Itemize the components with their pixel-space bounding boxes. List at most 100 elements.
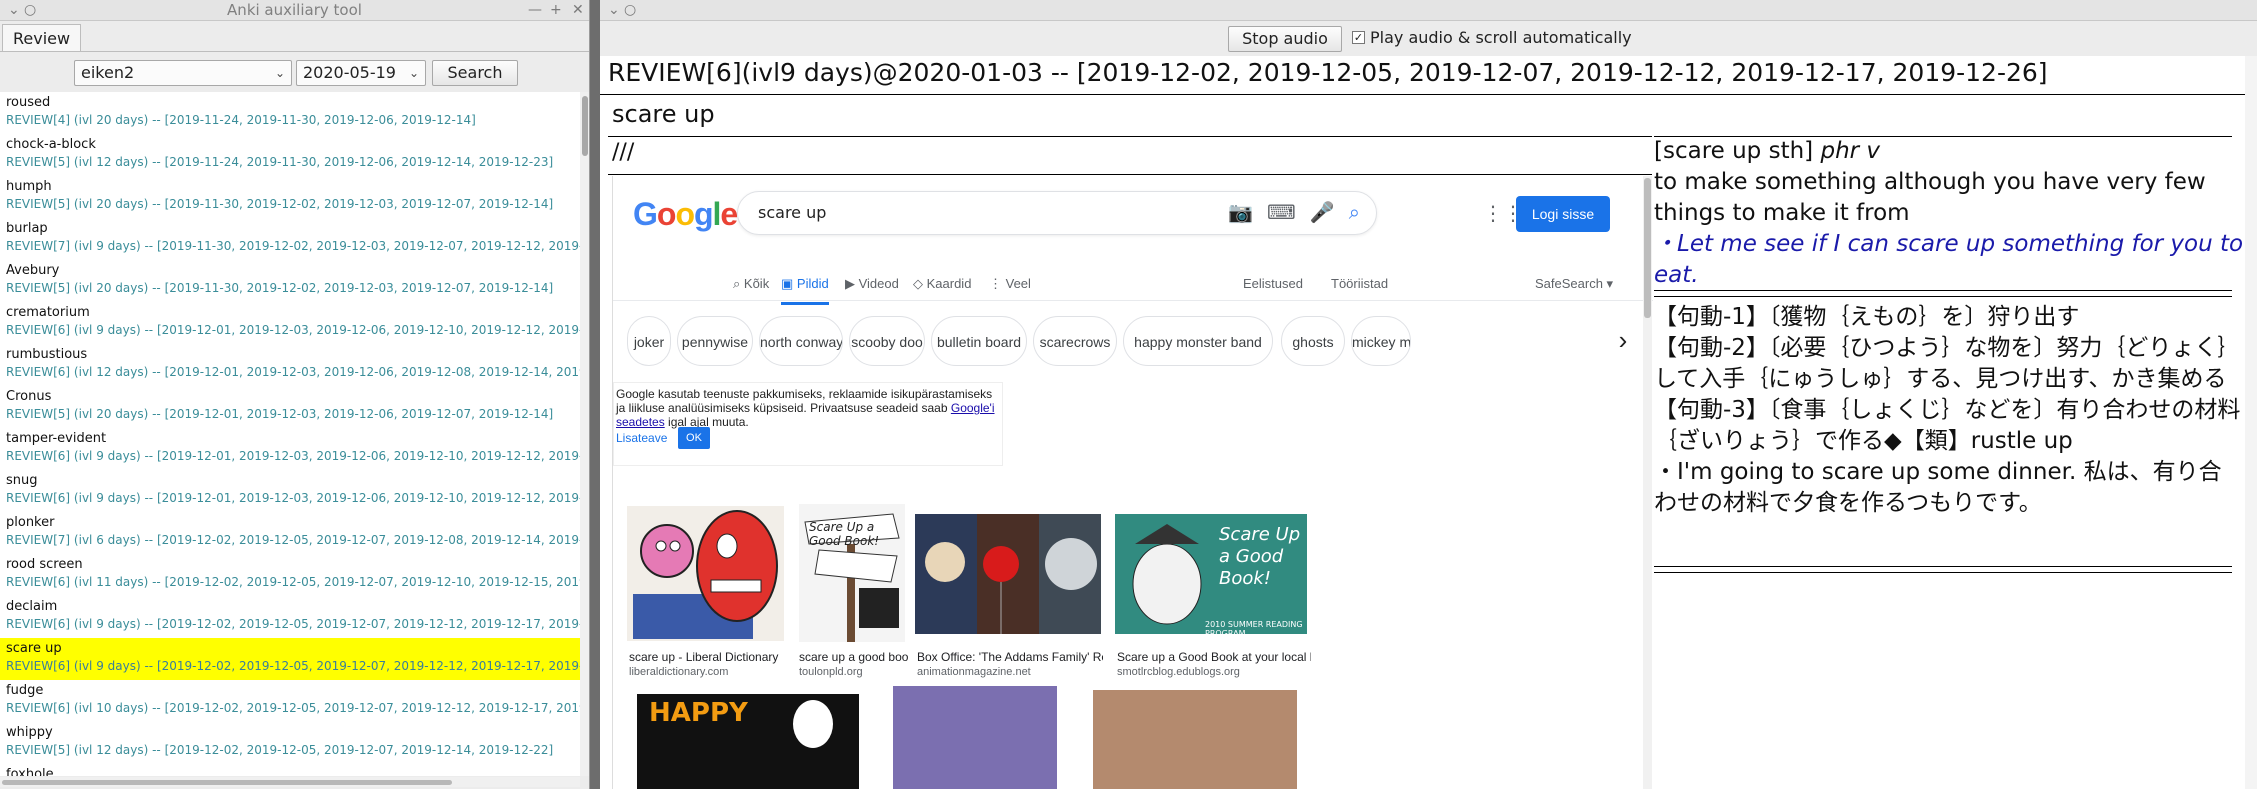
tab-videos[interactable]: ▶ Videod: [845, 276, 899, 292]
list-item[interactable]: burlap REVIEW[7] (ivl 9 days) -- [2019-11…: [0, 218, 580, 260]
result-image-vampire[interactable]: Scare Up a Good Book! 2010 SUMMER READIN…: [1115, 514, 1307, 634]
result-image-addams[interactable]: [915, 514, 1101, 634]
result-caption[interactable]: scare up - Liberal Dictionary: [629, 650, 799, 664]
list-item[interactable]: Cronus REVIEW[5] (ivl 20 days) -- [2019-1…: [0, 386, 580, 428]
tools-link[interactable]: Tööriistad: [1331, 276, 1388, 291]
list-horizontal-scrollbar[interactable]: [0, 777, 580, 787]
result-image-sign[interactable]: Scare Up a Good Book!: [799, 504, 905, 642]
list-item-word: snug: [6, 473, 38, 488]
safesearch-toggle[interactable]: SafeSearch ▾: [1535, 276, 1613, 292]
related-search-chip[interactable]: scooby doo: [849, 316, 925, 366]
review-list: roused REVIEW[4] (ivl 20 days) -- [2019-1…: [0, 92, 580, 776]
result-caption[interactable]: scare up a good book: [799, 650, 909, 664]
list-item-review: REVIEW[4] (ivl 20 days) -- [2019-11-24, …: [6, 113, 476, 127]
reading-program-text: 2010 SUMMER READING PROGRAM: [1205, 620, 1303, 634]
result-source[interactable]: liberaldictionary.com: [629, 666, 728, 678]
list-item[interactable]: whippy REVIEW[5] (ivl 12 days) -- [2019-1…: [0, 722, 580, 764]
anki-auxiliary-window: ⌄ ○ Anki auxiliary tool — + ✕ Review eik…: [0, 0, 590, 789]
list-item-review: REVIEW[6] (ivl 12 days) -- [2019-12-01, …: [6, 365, 580, 379]
list-item[interactable]: snug REVIEW[6] (ivl 9 days) -- [2019-12-0…: [0, 470, 580, 512]
result-image-pumpkin[interactable]: [1093, 690, 1297, 789]
tab-all[interactable]: ⌕ Kõik: [733, 276, 769, 292]
list-item-review: REVIEW[6] (ivl 9 days) -- [2019-12-02, 2…: [6, 659, 580, 673]
minimize-icon[interactable]: —: [528, 0, 542, 20]
list-item[interactable]: Avebury REVIEW[5] (ivl 20 days) -- [2019-…: [0, 260, 580, 302]
deck-select[interactable]: eiken2 ⌄: [74, 60, 292, 86]
list-item[interactable]: humph REVIEW[5] (ivl 20 days) -- [2019-11…: [0, 176, 580, 218]
preferences-link[interactable]: Eelistused: [1243, 276, 1303, 291]
search-button[interactable]: Search: [432, 60, 518, 86]
related-search-chip[interactable]: bulletin board: [931, 316, 1027, 366]
controls-row: eiken2 ⌄ 2020-05-19 ⌄ Search: [0, 52, 589, 92]
result-image-ghosts[interactable]: [893, 686, 1057, 789]
result-image-happy[interactable]: HAPPY: [637, 694, 859, 789]
camera-icon[interactable]: 📷: [1228, 200, 1253, 224]
jp-sense-2: 【句動-2】〔必要｛ひつよう｝な物を〕努力｛どりょく｝して入手｛にゅうしゅ｝する…: [1654, 335, 2241, 392]
auto-play-checkbox[interactable]: ✓: [1352, 31, 1365, 44]
list-item[interactable]: plonker REVIEW[7] (ivl 6 days) -- [2019-1…: [0, 512, 580, 554]
list-item[interactable]: roused REVIEW[4] (ivl 20 days) -- [2019-1…: [0, 92, 580, 134]
google-logo[interactable]: Google: [633, 196, 738, 233]
window-scrollbar[interactable]: [2245, 56, 2257, 789]
divider: [600, 94, 2245, 95]
result-source[interactable]: smotlrcblog.edublogs.org: [1117, 666, 1240, 678]
window-menu-icon[interactable]: ⌄: [608, 0, 620, 20]
list-item[interactable]: fudge REVIEW[6] (ivl 10 days) -- [2019-12…: [0, 680, 580, 722]
login-button[interactable]: Logi sisse: [1516, 196, 1610, 232]
window-sticky-icon[interactable]: ○: [624, 0, 636, 20]
list-item[interactable]: rood screen REVIEW[6] (ivl 11 days) -- [2…: [0, 554, 580, 596]
list-item[interactable]: scare up REVIEW[6] (ivl 9 days) -- [2019-…: [0, 638, 580, 680]
search-icon[interactable]: ⌕: [1349, 200, 1360, 224]
list-item[interactable]: crematorium REVIEW[6] (ivl 9 days) -- [20…: [0, 302, 580, 344]
google-search-box[interactable]: scare up 📷 ⌨ 🎤 ⌕: [737, 191, 1377, 235]
list-item[interactable]: rumbustious REVIEW[6] (ivl 12 days) -- [2…: [0, 344, 580, 386]
related-search-chip[interactable]: pennywise: [677, 316, 753, 366]
tab-review[interactable]: Review: [2, 24, 82, 51]
result-source[interactable]: animationmagazine.net: [917, 666, 1031, 678]
list-item-word: roused: [6, 95, 51, 110]
list-item[interactable]: declaim REVIEW[6] (ivl 9 days) -- [2019-1…: [0, 596, 580, 638]
list-item[interactable]: tamper-evident REVIEW[6] (ivl 9 days) -- …: [0, 428, 580, 470]
consent-ok-button[interactable]: OK: [678, 427, 710, 449]
related-searches-chips: joker pennywise north conway scooby doo bull…: [613, 316, 1653, 368]
result-caption[interactable]: Box Office: 'The Addams Family' Ready to…: [917, 650, 1103, 664]
close-icon[interactable]: ✕: [572, 0, 584, 20]
date-select[interactable]: 2020-05-19 ⌄: [296, 60, 426, 86]
list-vertical-scrollbar[interactable]: [580, 92, 589, 776]
google-search-query[interactable]: scare up: [758, 203, 826, 222]
list-item[interactable]: foxhole: [0, 764, 580, 776]
divider: [1654, 290, 2232, 291]
frame-scrollbar[interactable]: [1643, 176, 1652, 789]
result-image-cartoon[interactable]: [627, 506, 784, 641]
scrollbar-thumb[interactable]: [2, 780, 452, 785]
result-source[interactable]: toulonpld.org: [799, 666, 863, 678]
related-search-chip[interactable]: happy monster band: [1123, 316, 1273, 366]
tab-label: Videod: [858, 276, 899, 291]
cookie-consent-banner: Google kasutab teenuste pakkumiseks, rek…: [613, 382, 1003, 466]
tab-maps[interactable]: ◇ Kaardid: [913, 276, 971, 292]
list-item[interactable]: chock-a-block REVIEW[5] (ivl 12 days) -- …: [0, 134, 580, 176]
learn-more-link[interactable]: Lisateave: [616, 431, 667, 445]
tab-images[interactable]: ▣ Pildid: [781, 276, 829, 305]
related-search-chip[interactable]: scarecrows: [1033, 316, 1117, 366]
scrollbar-thumb[interactable]: [1644, 178, 1651, 318]
list-item-review: REVIEW[6] (ivl 11 days) -- [2019-12-02, …: [6, 575, 580, 589]
stop-audio-button[interactable]: Stop audio: [1228, 26, 1342, 52]
related-search-chip[interactable]: mickey m: [1351, 316, 1411, 366]
related-search-chip[interactable]: joker: [627, 316, 671, 366]
list-item-word: plonker: [6, 515, 55, 530]
related-search-chip[interactable]: ghosts: [1281, 316, 1345, 366]
microphone-icon[interactable]: 🎤: [1310, 200, 1335, 224]
chevron-right-icon[interactable]: ›: [1603, 316, 1643, 366]
maximize-icon[interactable]: +: [550, 0, 562, 20]
consent-text: Google kasutab teenuste pakkumiseks, rek…: [616, 387, 993, 415]
keyboard-icon[interactable]: ⌨: [1267, 200, 1296, 224]
related-search-chip[interactable]: north conway: [759, 316, 843, 366]
scrollbar-thumb[interactable]: [582, 96, 588, 156]
result-caption[interactable]: Scare up a Good Book at your local libra…: [1117, 650, 1311, 664]
separator-text: ///: [612, 140, 635, 165]
card-word: scare up: [612, 100, 715, 128]
tab-more[interactable]: ⋮ Veel: [989, 276, 1031, 292]
left-titlebar: ⌄ ○ Anki auxiliary tool — + ✕: [0, 0, 589, 21]
list-item-review: REVIEW[5] (ivl 12 days) -- [2019-11-24, …: [6, 155, 554, 169]
